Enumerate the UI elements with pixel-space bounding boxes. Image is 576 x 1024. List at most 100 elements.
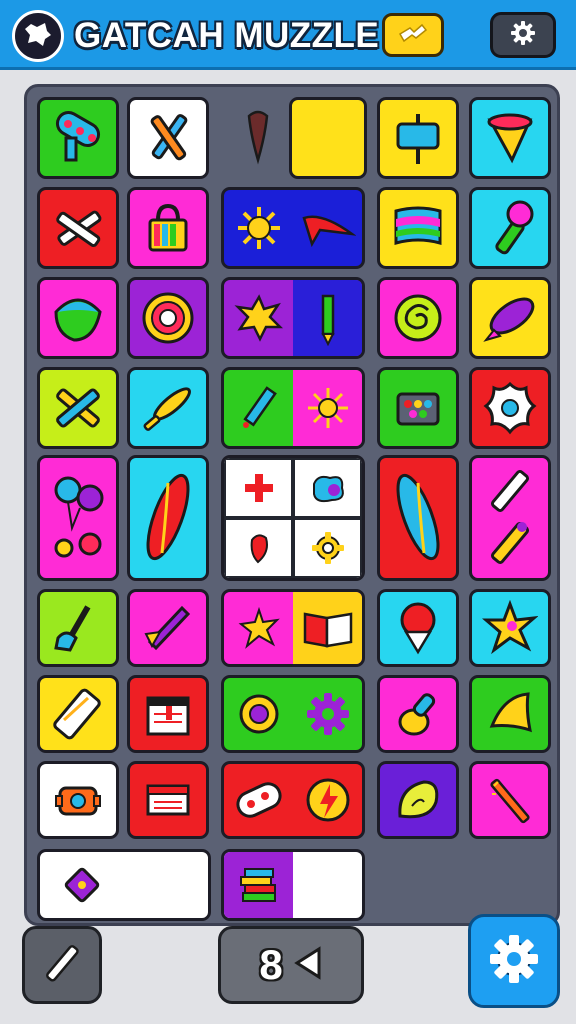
tile-surfboard-red[interactable] [377,455,459,581]
paint-box-icon [388,378,448,438]
balloons-icon [46,468,110,568]
tile-cog[interactable] [37,761,119,839]
tile-microphone-brush[interactable] [469,187,551,269]
tile-balloons[interactable] [37,455,119,581]
arrow-rocket-icon [138,598,198,658]
tile-shell[interactable] [37,277,119,359]
crayons-icon [478,463,542,573]
tile-palette[interactable] [37,97,119,179]
surfboard-icon [136,463,200,573]
lemon-icon [390,772,446,828]
paint-drop-icon [243,106,273,171]
cross-tools-icon [48,378,108,438]
pencil-icon [40,941,84,990]
flower-badge-icon [480,378,540,438]
puzzle-board [24,84,560,926]
ring-icon [224,678,293,750]
swirl-icon [388,288,448,348]
tile-rocket[interactable] [469,277,551,359]
book-stack-icon [140,772,196,828]
tile-sun-and-kite[interactable] [221,187,365,269]
ticket-button[interactable] [382,13,444,57]
palette-icon [48,108,108,168]
sign-board-icon [388,108,448,168]
gear-icon [293,678,362,750]
tile-star[interactable] [469,589,551,667]
tile-star-and-book[interactable] [221,589,365,667]
tile-paint-cup[interactable] [469,97,551,179]
tile-donut[interactable] [127,277,209,359]
tile-balloon[interactable] [377,589,459,667]
sun-icon [224,190,293,266]
eraser-icon [48,684,108,744]
tile-ring-and-gear[interactable] [221,675,365,753]
pen-tool-button[interactable] [22,926,102,1004]
microphone-brush-icon [480,198,540,258]
tile-wand[interactable] [469,761,551,839]
tile-calendar[interactable] [127,675,209,753]
surfboard-icon [386,463,450,573]
tile-bulb[interactable] [377,675,459,753]
tile-grid-of-four[interactable] [221,455,365,581]
books-icon [224,852,293,918]
tile-plunger[interactable] [37,589,119,667]
tile-splat-and-pencil[interactable] [221,277,365,359]
sun-icon [293,370,362,446]
splat-logo-icon [23,19,53,54]
settings-button[interactable] [468,914,560,1008]
tile-eraser[interactable] [37,675,119,753]
tile-surfboard[interactable] [127,455,209,581]
rocket-icon [480,288,540,348]
tile-cross-tools[interactable] [37,367,119,449]
bulb-icon [390,686,446,742]
tile-pill-and-bolt[interactable] [221,761,365,839]
pill-icon [224,764,293,836]
empty-slot-paint-drop[interactable] [217,97,299,179]
paint-cup-icon [480,108,540,168]
ticket-icon [396,22,430,49]
tile-crossed-brush[interactable] [37,187,119,269]
tile-baseball-bat[interactable] [127,367,209,449]
star-icon [482,600,538,656]
crossed-brush-icon [48,198,108,258]
bolt-coin-icon [293,764,362,836]
pencil-icon [293,280,362,356]
blob-icon [293,458,362,518]
tile-paint-box[interactable] [377,367,459,449]
tile-lemon[interactable] [377,761,459,839]
crossed-tools-icon [138,108,198,168]
star-splat-icon [224,592,293,664]
tile-arrow-rocket[interactable] [127,589,209,667]
tag-icon [40,852,124,918]
gear-icon [293,518,362,578]
baseball-bat-icon [138,378,198,438]
tile-horn[interactable] [469,675,551,753]
calendar-icon [140,686,196,742]
undo-count: 8 [259,941,283,988]
tile-tag[interactable] [37,849,211,921]
cog-icon [50,772,106,828]
splat-icon [224,280,293,356]
gear-icon [509,19,537,52]
gear-icon [486,931,542,992]
game-title: GATCAH MUZZLE [74,16,380,55]
plunger-icon [48,598,108,658]
balloon-icon [390,598,446,658]
tile-paint-bag[interactable] [127,187,209,269]
tile-rainbow-flag[interactable] [377,187,459,269]
kite-icon [293,190,362,266]
tile-flower-badge[interactable] [469,367,551,449]
tile-books[interactable] [221,849,365,921]
tile-crossed-tools[interactable] [127,97,209,179]
header-settings-button[interactable] [490,12,556,58]
undo-button[interactable]: 8 [218,926,364,1004]
tile-book-stack[interactable] [127,761,209,839]
tile-swirl[interactable] [377,277,459,359]
tile-crayons[interactable] [469,455,551,581]
tile-pencil-and-sun[interactable] [221,367,365,449]
donut-icon [138,288,198,348]
top-bar: GATCAH MUZZLE [0,0,576,70]
tile-sign-board[interactable] [377,97,459,179]
tile-blank-yellow[interactable] [289,97,367,179]
drop-icon [224,518,293,578]
